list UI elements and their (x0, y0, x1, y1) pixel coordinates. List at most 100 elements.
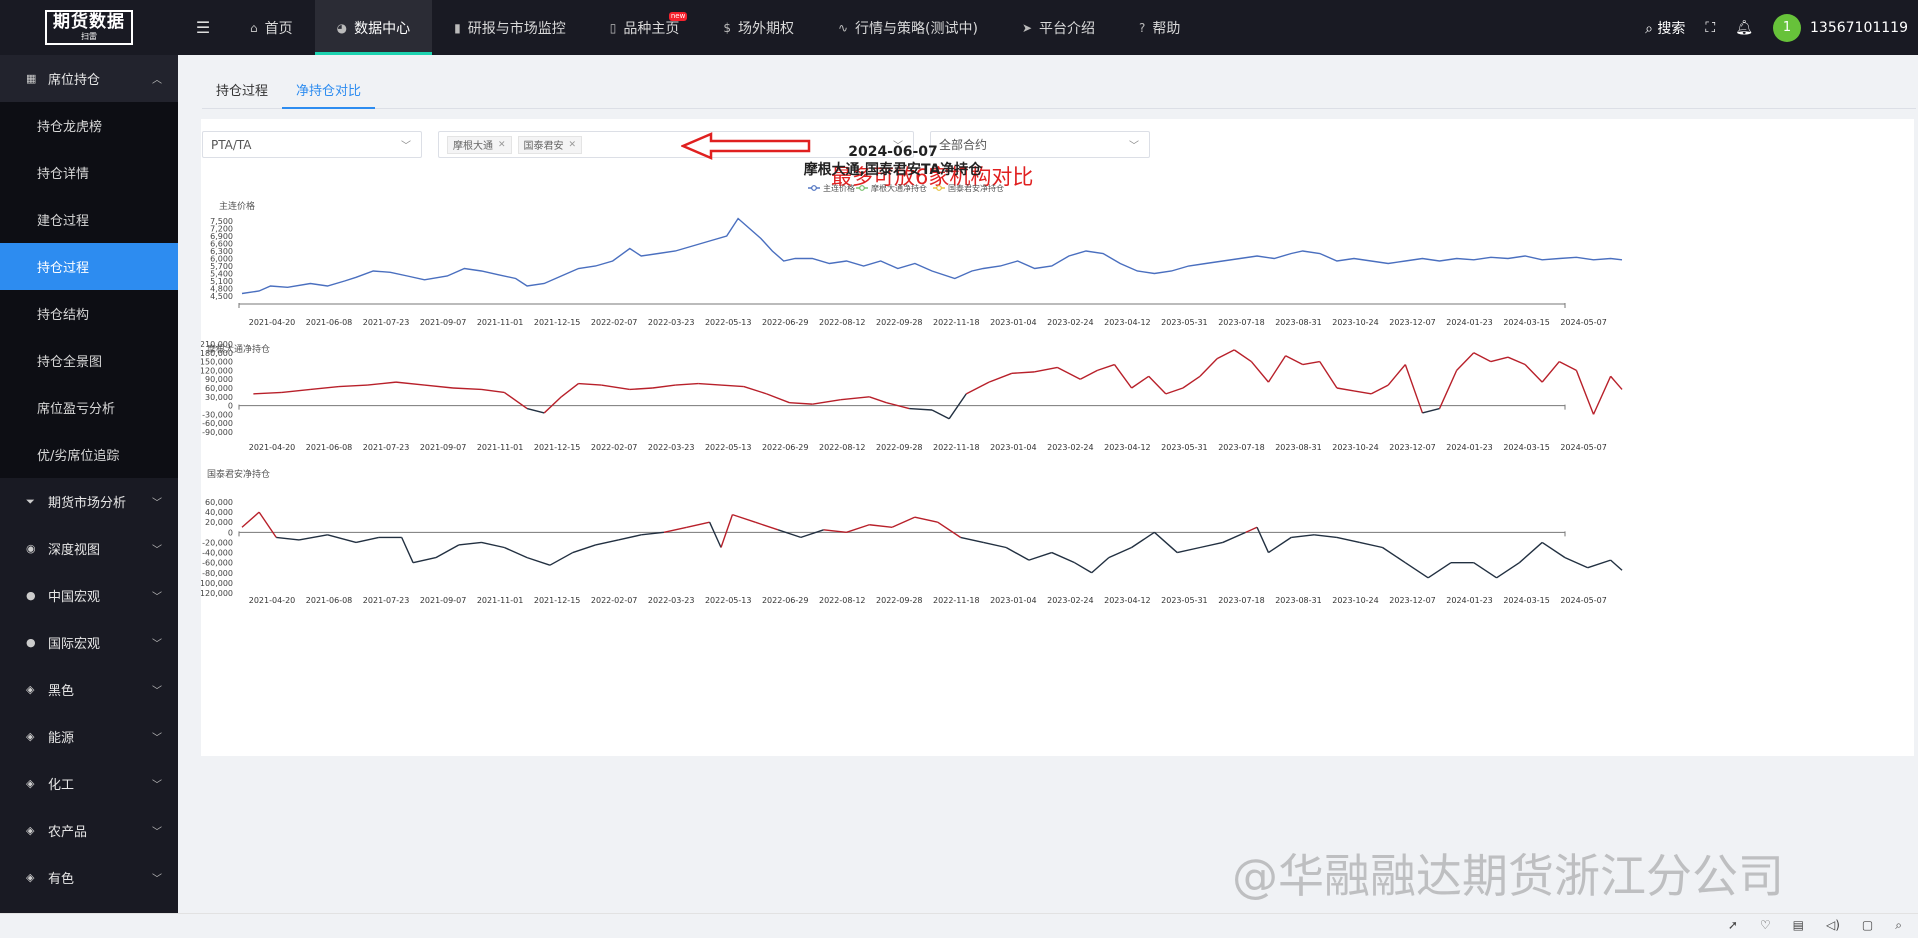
search-icon[interactable]: ⌕ (1895, 918, 1902, 933)
net-position-segment (766, 393, 790, 404)
pie-icon: ◕ (336, 20, 348, 35)
sidebar-group-seat-position[interactable]: ▦ 席位持仓 ︿ (0, 55, 178, 102)
logo[interactable]: 期货数据 扫雷 (0, 0, 178, 55)
x-tick-label: 2022-11-18 (933, 318, 980, 327)
sidebar-group-2[interactable]: ● 中国宏观 ﹀ (0, 572, 178, 619)
net-position-segment (327, 534, 357, 544)
sidebar-item-0[interactable]: 持仓龙虎榜 (0, 102, 178, 149)
rocket-icon[interactable]: ➚ (1728, 918, 1738, 933)
volume-icon[interactable]: ◁) (1826, 918, 1840, 933)
chevron-down-icon: ﹀ (152, 639, 162, 650)
dollar-icon: $ (723, 20, 731, 35)
x-tick-label: 2023-08-31 (1275, 318, 1322, 327)
sidebar-group-0[interactable]: ⏷ 期货市场分析 ﹀ (0, 478, 178, 525)
x-tick-label: 2023-05-31 (1161, 318, 1208, 327)
net-position-segment (526, 556, 551, 566)
menu-toggle-icon[interactable]: ☰ (178, 18, 228, 37)
net-position-segment (1245, 526, 1258, 533)
sidebar-group-6[interactable]: ◈ 化工 ﹀ (0, 760, 178, 807)
sidebar-item-3[interactable]: 持仓过程 (0, 243, 178, 290)
nav-item-1[interactable]: ◕ 数据中心 (314, 0, 433, 55)
net-position-segment (1222, 531, 1246, 544)
net-position-segment (310, 385, 340, 391)
nav-item-3[interactable]: ▯ 品种主页 new (588, 0, 702, 55)
net-position-segment (253, 391, 282, 395)
net-position-segment (840, 396, 870, 401)
x-tick-label: 2021-04-20 (249, 318, 296, 327)
chevron-up-icon: ︿ (152, 75, 162, 86)
y-axis-label: 主连价格 (219, 200, 255, 212)
sidebar-item-5[interactable]: 持仓全景图 (0, 337, 178, 384)
sidebar-item-1[interactable]: 持仓详情 (0, 149, 178, 196)
sidebar-item-2[interactable]: 建仓过程 (0, 196, 178, 243)
nav-item-label: 首页 (264, 20, 293, 37)
nav-item-6[interactable]: ➤ 平台介绍 (1000, 0, 1117, 55)
net-position-segment (1268, 536, 1292, 554)
chevron-down-icon: ﹀ (152, 686, 162, 697)
dot-icon: ● (26, 636, 36, 649)
sidebar-item-7[interactable]: 优/劣席位追踪 (0, 431, 178, 478)
net-position-segment (601, 384, 630, 391)
sidebar-group-7[interactable]: ◈ 农产品 ﹀ (0, 807, 178, 854)
search-label: 搜索 (1657, 20, 1686, 37)
net-position-segment (338, 384, 368, 388)
net-position-segment (1074, 562, 1093, 574)
nav-item-2[interactable]: ▮ 研报与市场监控 (432, 0, 588, 55)
net-position-segment (1610, 559, 1623, 571)
y-tick-label: -90,000 (202, 428, 233, 437)
window-icon[interactable]: ▢ (1862, 918, 1873, 933)
sidebar-group-5[interactable]: ◈ 能源 ﹀ (0, 713, 178, 760)
y-tick-label: 210,000 (201, 340, 233, 349)
net-position-segment (909, 407, 933, 411)
sidebar-group-1[interactable]: ◉ 深度视图 ﹀ (0, 525, 178, 572)
nav-item-label: 数据中心 (354, 20, 411, 37)
nav-item-7[interactable]: ? 帮助 (1117, 0, 1202, 55)
nav-item-0[interactable]: ⌂ 首页 (228, 0, 315, 55)
x-tick-label: 2022-05-13 (705, 596, 752, 605)
nav-item-5[interactable]: ∿ 行情与策略(测试中) (816, 0, 1000, 55)
trash-icon[interactable]: ▤ (1793, 918, 1804, 933)
sidebar-item-4[interactable]: 持仓结构 (0, 290, 178, 337)
tab-0[interactable]: 持仓过程 (202, 81, 282, 109)
legend-label: 摩根大通净持仓 (871, 183, 927, 193)
y-tick-label: 20,000 (205, 518, 233, 527)
sidebar-item-6[interactable]: 席位盈亏分析 (0, 384, 178, 431)
net-position-segment (846, 524, 870, 533)
net-position-segment (720, 384, 744, 388)
x-tick-label: 2023-04-12 (1104, 318, 1151, 327)
fullscreen-icon[interactable]: ⛶ (1705, 20, 1715, 36)
net-position-segment (1113, 364, 1133, 389)
sidebar-group-3[interactable]: ● 国际宏观 ﹀ (0, 619, 178, 666)
chevron-down-icon: ﹀ (152, 874, 162, 885)
net-position-segment (276, 536, 300, 541)
bell-icon[interactable]: 🔔︎ (1735, 20, 1753, 36)
y-tick-label: 30,000 (205, 393, 233, 402)
net-position-segment (1382, 546, 1406, 564)
net-position-segment (503, 391, 528, 410)
net-position-segment (281, 388, 311, 394)
net-position-segment (1558, 360, 1577, 372)
search-button[interactable]: ⌕ 搜索 (1645, 18, 1685, 38)
y-tick-label: 60,000 (205, 498, 233, 507)
heart-icon[interactable]: ♡ (1760, 918, 1771, 933)
x-tick-label: 2023-07-18 (1218, 443, 1265, 452)
main-nav: ⌂ 首页 ◕ 数据中心 ▮ 研报与市场监控 ▯ 品种主页 new $ 场外期权 ∿ 行情与策略(测试中)… (228, 0, 1202, 55)
help-icon: ? (1139, 20, 1146, 35)
sidebar-group-4[interactable]: ◈ 黑色 ﹀ (0, 666, 178, 713)
nav-item-4[interactable]: $ 场外期权 (701, 0, 816, 55)
x-tick-label: 2023-12-07 (1389, 443, 1436, 452)
x-tick-label: 2021-07-23 (363, 596, 410, 605)
y-tick-label: 150,000 (201, 358, 233, 367)
user-menu[interactable]: 1 13567101119 (1773, 13, 1908, 42)
x-tick-label: 2023-07-18 (1218, 596, 1265, 605)
net-position-segment (869, 524, 893, 528)
chevron-down-icon: ﹀ (152, 545, 162, 556)
net-position-segment (1250, 361, 1270, 383)
x-tick-label: 2021-11-01 (477, 443, 524, 452)
net-position-segment (1473, 562, 1497, 579)
net-position-segment (1165, 387, 1184, 395)
net-position-segment (1541, 541, 1566, 559)
x-tick-label: 2021-07-23 (363, 318, 410, 327)
sidebar-group-8[interactable]: ◈ 有色 ﹀ (0, 854, 178, 901)
tab-1[interactable]: 净持仓对比 (282, 81, 376, 109)
